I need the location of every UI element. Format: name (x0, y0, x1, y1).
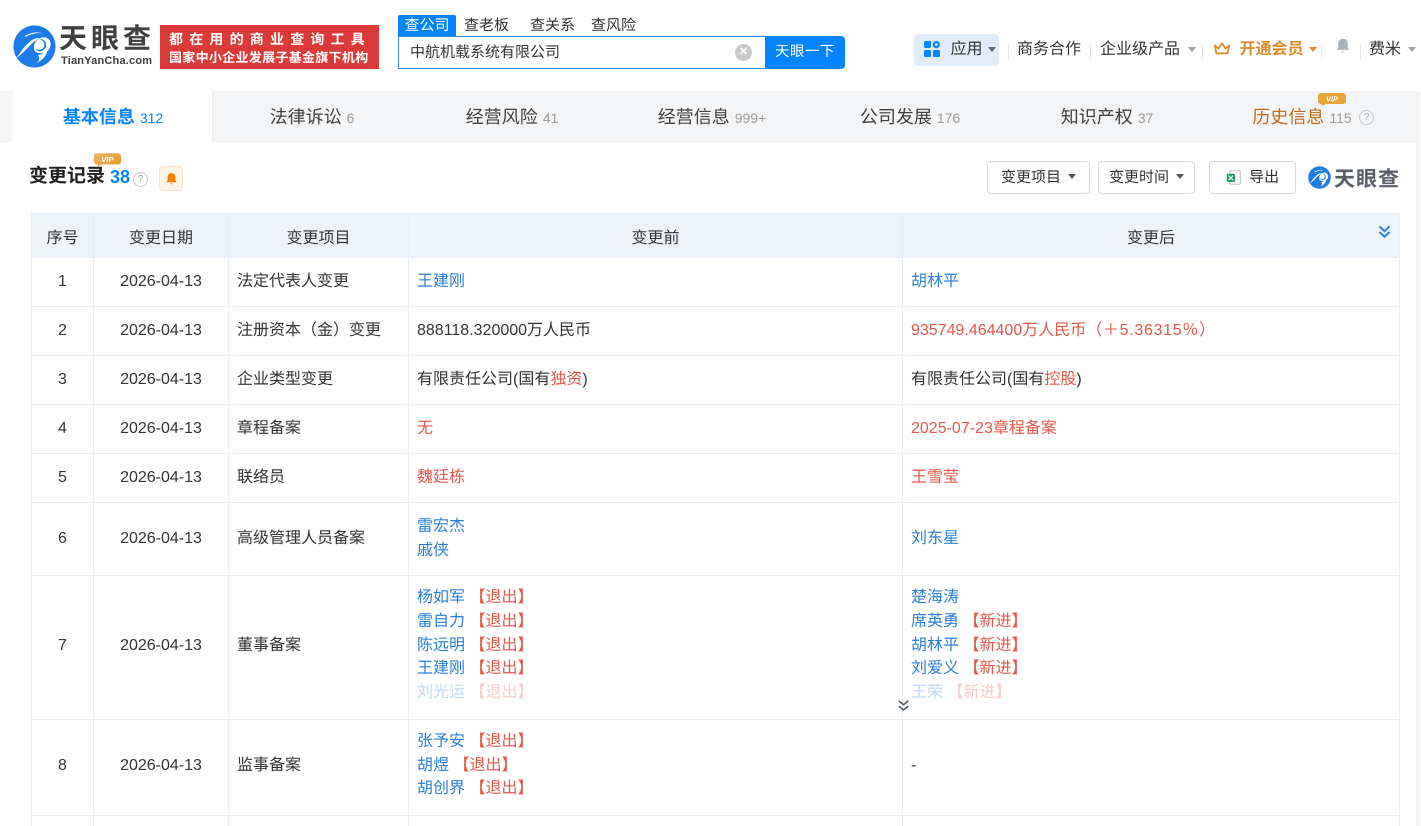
svg-text:VIP: VIP (1326, 95, 1339, 104)
svg-text:VIP: VIP (101, 155, 114, 164)
